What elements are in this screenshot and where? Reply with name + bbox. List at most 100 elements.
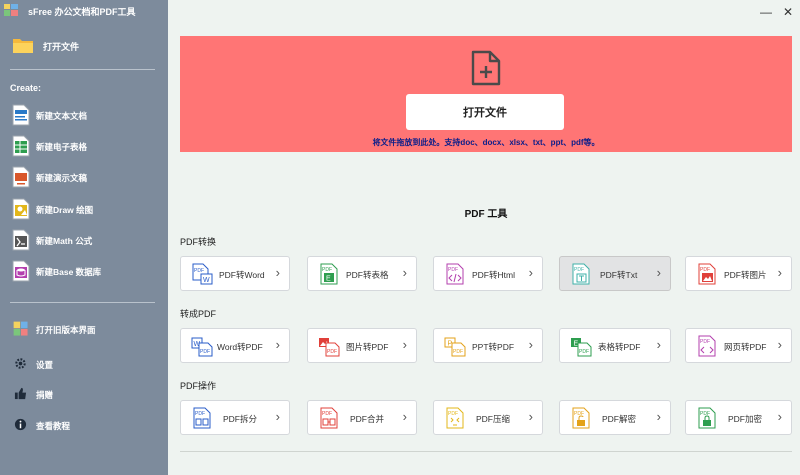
impress-slide-icon bbox=[12, 166, 30, 188]
create-section-label: Create: bbox=[10, 83, 42, 93]
chevron-right-icon: › bbox=[656, 409, 661, 424]
tool-image-to-pdf[interactable]: PDF 图片转PDF › bbox=[307, 328, 417, 363]
chevron-right-icon: › bbox=[402, 337, 407, 352]
legacy-ui-icon bbox=[13, 321, 28, 336]
sidebar-item-label: 新建Base 数据库 bbox=[36, 267, 102, 277]
tool-label: 网页转PDF bbox=[724, 342, 767, 352]
svg-text:PDF: PDF bbox=[327, 349, 337, 355]
sidebar-item-donate[interactable]: 捐赠 bbox=[14, 385, 164, 403]
pdf-to-image-icon: PDF bbox=[698, 263, 716, 285]
svg-text:PDF: PDF bbox=[453, 349, 463, 355]
html-to-pdf-icon: PDF bbox=[698, 335, 716, 357]
tool-pdf-merge[interactable]: PDF PDF合并 › bbox=[307, 400, 417, 435]
tool-pdf-to-image[interactable]: PDF PDF转图片 › bbox=[685, 256, 792, 291]
sidebar-item-settings[interactable]: 设置 bbox=[14, 355, 164, 373]
sidebar-divider bbox=[10, 302, 155, 303]
svg-text:PDF: PDF bbox=[700, 267, 710, 273]
sidebar-item-label: 新建Math 公式 bbox=[36, 236, 93, 246]
base-database-icon bbox=[12, 260, 30, 282]
tool-pdf-to-excel[interactable]: PDF E PDF转表格 › bbox=[307, 256, 417, 291]
sidebar: sFree 办公文档和PDF工具 打开文件 Create: 新建文本文档 新建电… bbox=[0, 0, 168, 475]
pdf-to-word-icon: PDF W bbox=[192, 263, 213, 285]
sidebar-item-new-text-doc[interactable]: 新建文本文档 bbox=[10, 103, 160, 127]
open-file-button[interactable]: 打开文件 bbox=[406, 94, 564, 130]
tool-pdf-split[interactable]: PDF PDF拆分 › bbox=[180, 400, 290, 435]
section-label-pdf-ops: PDF操作 bbox=[180, 381, 217, 391]
excel-to-pdf-icon: E PDF bbox=[571, 338, 592, 357]
sidebar-item-new-database[interactable]: 新建Base 数据库 bbox=[10, 259, 160, 283]
sidebar-item-tutorial[interactable]: 查看教程 bbox=[14, 416, 164, 434]
chevron-right-icon: › bbox=[275, 409, 280, 424]
tool-pdf-compress[interactable]: PDF PDF压缩 › bbox=[433, 400, 543, 435]
tool-ppt-to-pdf[interactable]: P PDF PPT转PDF › bbox=[433, 328, 543, 363]
sidebar-item-label: 设置 bbox=[36, 360, 54, 370]
tool-pdf-encrypt[interactable]: PDF PDF加密 › bbox=[685, 400, 792, 435]
tool-label: 图片转PDF bbox=[346, 342, 389, 352]
tool-pdf-decrypt[interactable]: PDF PDF解密 › bbox=[559, 400, 671, 435]
tool-pdf-to-html[interactable]: PDF PDF转Html › bbox=[433, 256, 543, 291]
thumbs-up-icon bbox=[14, 387, 27, 400]
pdf-to-txt-icon: PDF bbox=[572, 263, 590, 285]
svg-text:PDF: PDF bbox=[579, 349, 589, 355]
tool-label: PPT转PDF bbox=[472, 342, 515, 352]
tool-label: 表格转PDF bbox=[598, 342, 641, 352]
tool-label: Word转PDF bbox=[217, 342, 263, 352]
svg-text:PDF: PDF bbox=[448, 267, 458, 273]
pdf-split-icon: PDF bbox=[193, 407, 211, 429]
sidebar-item-new-math[interactable]: 新建Math 公式 bbox=[10, 228, 160, 252]
pdf-compress-icon: PDF bbox=[446, 407, 464, 429]
pdf-to-html-icon: PDF bbox=[446, 263, 464, 285]
sidebar-item-new-drawing[interactable]: 新建Draw 绘图 bbox=[10, 197, 160, 221]
draw-icon bbox=[12, 198, 30, 220]
svg-text:PDF: PDF bbox=[194, 268, 204, 274]
chevron-right-icon: › bbox=[777, 337, 782, 352]
bottom-divider bbox=[180, 451, 792, 452]
writer-doc-icon bbox=[12, 104, 30, 126]
info-icon bbox=[14, 418, 27, 431]
minimize-button[interactable]: — bbox=[757, 3, 775, 21]
tool-label: PDF拆分 bbox=[223, 414, 258, 424]
sidebar-item-label: 新建演示文稿 bbox=[36, 173, 88, 183]
section-label-to-pdf: 转成PDF bbox=[180, 309, 217, 319]
svg-text:W: W bbox=[203, 277, 210, 284]
pdf-encrypt-icon: PDF bbox=[698, 407, 716, 429]
svg-text:PDF: PDF bbox=[700, 339, 710, 345]
tool-pdf-to-word[interactable]: PDF W PDF转Word › bbox=[180, 256, 290, 291]
app-title: sFree 办公文档和PDF工具 bbox=[28, 7, 136, 17]
tool-html-to-pdf[interactable]: PDF 网页转PDF › bbox=[685, 328, 792, 363]
pdf-decrypt-icon: PDF bbox=[572, 407, 590, 429]
pdf-to-excel-icon: PDF E bbox=[320, 263, 338, 285]
sidebar-item-new-spreadsheet[interactable]: 新建电子表格 bbox=[10, 134, 160, 158]
tool-label: PDF加密 bbox=[728, 414, 763, 424]
tool-label: PDF转Txt bbox=[600, 270, 638, 280]
file-drop-zone[interactable]: 打开文件 将文件拖放到此处。支持doc、docx、xlsx、txt、ppt、pd… bbox=[180, 36, 792, 152]
tool-word-to-pdf[interactable]: W PDF Word转PDF › bbox=[180, 328, 290, 363]
sidebar-open-file[interactable]: 打开文件 bbox=[10, 34, 160, 56]
chevron-right-icon: › bbox=[777, 265, 782, 280]
close-button[interactable]: ✕ bbox=[779, 3, 797, 21]
svg-text:PDF: PDF bbox=[200, 349, 210, 355]
chevron-right-icon: › bbox=[275, 265, 280, 280]
pdf-merge-icon: PDF bbox=[320, 407, 338, 429]
image-to-pdf-icon: PDF bbox=[319, 338, 340, 357]
svg-text:PDF: PDF bbox=[322, 411, 332, 417]
chevron-right-icon: › bbox=[656, 265, 661, 280]
sidebar-open-file-label: 打开文件 bbox=[43, 42, 80, 52]
svg-text:PDF: PDF bbox=[322, 267, 332, 273]
sidebar-divider bbox=[10, 69, 155, 70]
tool-excel-to-pdf[interactable]: E PDF 表格转PDF › bbox=[559, 328, 671, 363]
sidebar-item-label: 查看教程 bbox=[36, 421, 71, 431]
tool-label: PDF合并 bbox=[350, 414, 385, 424]
chevron-right-icon: › bbox=[777, 409, 782, 424]
sidebar-item-new-presentation[interactable]: 新建演示文稿 bbox=[10, 165, 160, 189]
chevron-right-icon: › bbox=[402, 265, 407, 280]
tool-pdf-to-txt[interactable]: PDF PDF转Txt › bbox=[559, 256, 671, 291]
svg-text:PDF: PDF bbox=[574, 267, 584, 273]
tool-label: PDF压缩 bbox=[476, 414, 511, 424]
sidebar-item-label: 新建文本文档 bbox=[36, 111, 88, 121]
svg-text:E: E bbox=[326, 276, 331, 283]
chevron-right-icon: › bbox=[402, 409, 407, 424]
chevron-right-icon: › bbox=[656, 337, 661, 352]
tool-label: PDF解密 bbox=[602, 414, 637, 424]
sidebar-item-legacy-ui[interactable]: 打开旧版本界面 bbox=[10, 317, 160, 341]
